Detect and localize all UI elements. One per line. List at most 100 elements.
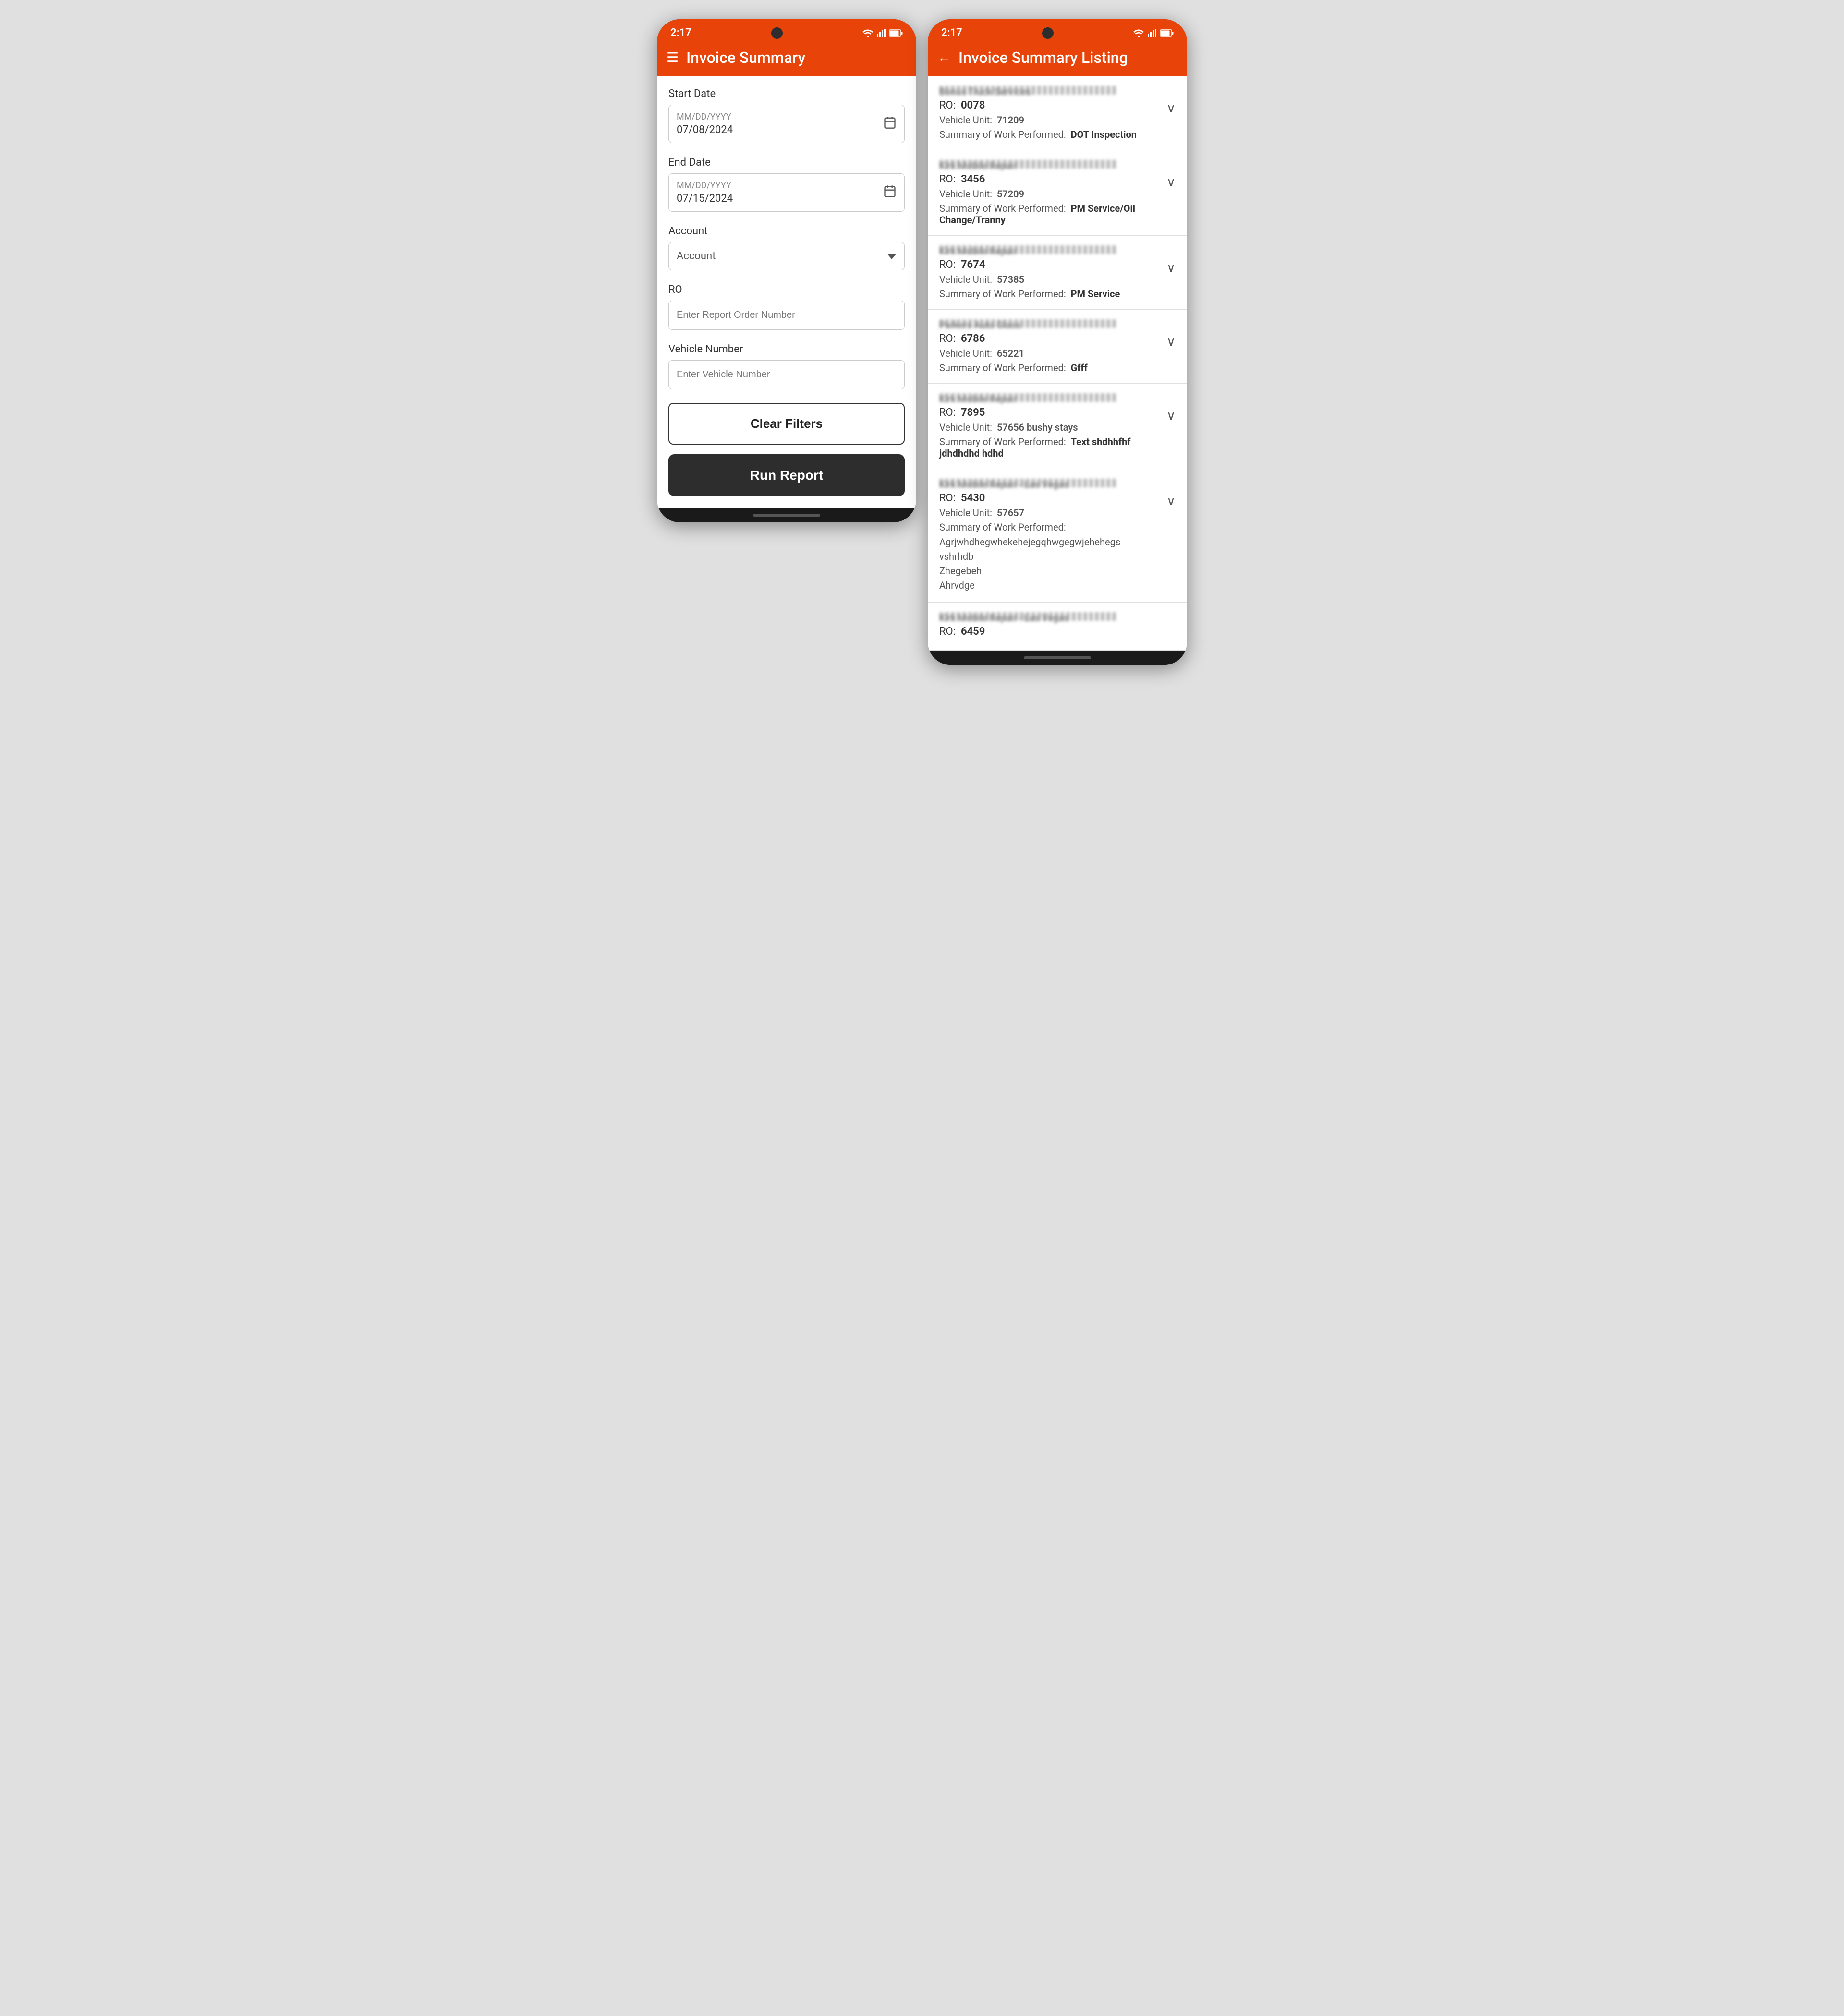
home-bar-left [753,514,820,517]
vehicle-group: Vehicle Number [668,343,905,389]
list-item[interactable]: Kirk Mobile Repair RO: 7674 Vehicle Unit… [928,236,1187,310]
vehicle-label: Vehicle Number [668,343,905,355]
battery-icon-left [889,29,903,37]
item-details-7: RO: 6459 [939,626,1176,640]
end-date-value: 07/15/2024 [677,193,733,205]
expand-icon-4[interactable]: ∨ [1166,333,1176,349]
end-date-group: End Date MM/DD/YYYY 07/15/2024 [668,157,905,212]
list-item[interactable]: Kirk Mobile Repair RO: 3456 Vehicle Unit… [928,150,1187,236]
clear-filters-button[interactable]: Clear Filters [668,403,905,445]
item-vehicle-2: Vehicle Unit: 57209 [939,188,1161,200]
item-details-1: RO: 0078 Vehicle Unit: 71209 Summary of … [939,99,1161,140]
item-ro-5: RO: 7895 [939,407,1161,419]
item-vehicle-3: Vehicle Unit: 57385 [939,274,1161,285]
time-right: 2:17 [941,27,962,39]
back-icon[interactable]: ← [937,51,951,64]
item-summary-1: Summary of Work Performed: DOT Inspectio… [939,129,1161,140]
time-left: 2:17 [670,27,692,39]
item-summary-6: Summary of Work Performed: Agrjwhdhegwhe… [939,521,1161,592]
signal-icon-right [1148,29,1156,37]
end-date-content: MM/DD/YYYY 07/15/2024 [677,181,733,205]
calendar-icon-end[interactable] [883,184,897,201]
item-vehicle-6: Vehicle Unit: 57657 [939,507,1161,519]
account-group: Account Account [668,225,905,270]
form-screen: Start Date MM/DD/YYYY 07/08/2024 [657,76,916,508]
home-bar-right [1024,656,1091,659]
company-name-6: Kirk Mobile Repair - Las Vegas [939,479,1116,487]
list-item[interactable]: Kirk Mobile Repair - Las Vegas RO: 6459 [928,603,1187,651]
page-title-left: Invoice Summary [686,48,805,67]
list-item[interactable]: Kirk Mobile Repair - Las Vegas RO: 5430 … [928,469,1187,603]
right-phone: 2:17 ← Invoice Summary Listing [928,19,1187,665]
company-name-2: Kirk Mobile Repair [939,160,1116,169]
status-icons-right [1133,29,1174,37]
item-ro-3: RO: 7674 [939,259,1161,271]
expand-icon-3[interactable]: ∨ [1166,259,1176,275]
item-summary-3: Summary of Work Performed: PM Service [939,288,1161,300]
account-select-value: Account [677,250,716,262]
start-date-hint: MM/DD/YYYY [677,112,733,122]
item-ro-6: RO: 5430 [939,492,1161,504]
item-row-4: RO: 6786 Vehicle Unit: 65221 Summary of … [939,333,1176,374]
header-left: ☰ Invoice Summary [657,43,916,76]
company-name-4: Parkers Auto Glass [939,319,1116,328]
item-details-5: RO: 7895 Vehicle Unit: 57656 bushy stays… [939,407,1161,459]
item-ro-4: RO: 6786 [939,333,1161,345]
list-item[interactable]: Bonus Truck Services RO: 0078 Vehicle Un… [928,76,1187,150]
expand-icon-1[interactable]: ∨ [1166,99,1176,116]
item-ro-2: RO: 3456 [939,173,1161,185]
ro-label: RO [668,284,905,296]
item-summary-4: Summary of Work Performed: Gfff [939,362,1161,374]
signal-icon-left [877,29,886,37]
expand-icon-6[interactable]: ∨ [1166,492,1176,508]
item-vehicle-4: Vehicle Unit: 65221 [939,348,1161,359]
item-summary-5: Summary of Work Performed: Text shdhhfhf… [939,436,1161,459]
wifi-icon-left [862,29,873,37]
home-indicator-right [928,651,1187,665]
item-vehicle-1: Vehicle Unit: 71209 [939,114,1161,126]
status-bar-left: 2:17 [657,19,916,43]
status-bar-right: 2:17 [928,19,1187,43]
form-container: Start Date MM/DD/YYYY 07/08/2024 [657,76,916,508]
item-row-7: RO: 6459 [939,626,1176,640]
list-item[interactable]: Parkers Auto Glass RO: 6786 Vehicle Unit… [928,310,1187,384]
item-row-3: RO: 7674 Vehicle Unit: 57385 Summary of … [939,259,1176,300]
account-select[interactable]: Account [668,242,905,270]
end-date-hint: MM/DD/YYYY [677,181,733,191]
start-date-label: Start Date [668,88,905,100]
item-details-4: RO: 6786 Vehicle Unit: 65221 Summary of … [939,333,1161,374]
start-date-group: Start Date MM/DD/YYYY 07/08/2024 [668,88,905,143]
wifi-icon-right [1133,29,1144,37]
item-row-5: RO: 7895 Vehicle Unit: 57656 bushy stays… [939,407,1176,459]
end-date-input[interactable]: MM/DD/YYYY 07/15/2024 [668,173,905,212]
item-details-2: RO: 3456 Vehicle Unit: 57209 Summary of … [939,173,1161,226]
expand-icon-5[interactable]: ∨ [1166,407,1176,423]
item-row-6: RO: 5430 Vehicle Unit: 57657 Summary of … [939,492,1176,592]
item-details-3: RO: 7674 Vehicle Unit: 57385 Summary of … [939,259,1161,300]
vehicle-input[interactable] [668,360,905,389]
company-name-5: Kirk Mobile Repair [939,393,1116,402]
header-right: ← Invoice Summary Listing [928,43,1187,76]
calendar-icon-start[interactable] [883,116,897,133]
listing-screen: Bonus Truck Services RO: 0078 Vehicle Un… [928,76,1187,651]
company-name-7: Kirk Mobile Repair - Las Vegas [939,612,1116,621]
item-row-1: RO: 0078 Vehicle Unit: 71209 Summary of … [939,99,1176,140]
start-date-value: 07/08/2024 [677,124,733,136]
start-date-input[interactable]: MM/DD/YYYY 07/08/2024 [668,105,905,143]
item-vehicle-5: Vehicle Unit: 57656 bushy stays [939,422,1161,433]
ro-input[interactable] [668,301,905,330]
company-name-1: Bonus Truck Services [939,86,1116,95]
menu-icon[interactable]: ☰ [667,51,679,64]
expand-icon-2[interactable]: ∨ [1166,173,1176,190]
list-item[interactable]: Kirk Mobile Repair RO: 7895 Vehicle Unit… [928,384,1187,469]
home-indicator-left [657,508,916,522]
item-summary-2: Summary of Work Performed: PM Service/Oi… [939,203,1161,226]
run-report-button[interactable]: Run Report [668,454,905,496]
camera-notch-left [771,27,783,39]
battery-icon-right [1160,29,1174,37]
account-chevron-icon [887,254,897,259]
camera-notch-right [1042,27,1054,39]
start-date-content: MM/DD/YYYY 07/08/2024 [677,112,733,136]
status-icons-left [862,29,903,37]
company-name-3: Kirk Mobile Repair [939,245,1116,254]
